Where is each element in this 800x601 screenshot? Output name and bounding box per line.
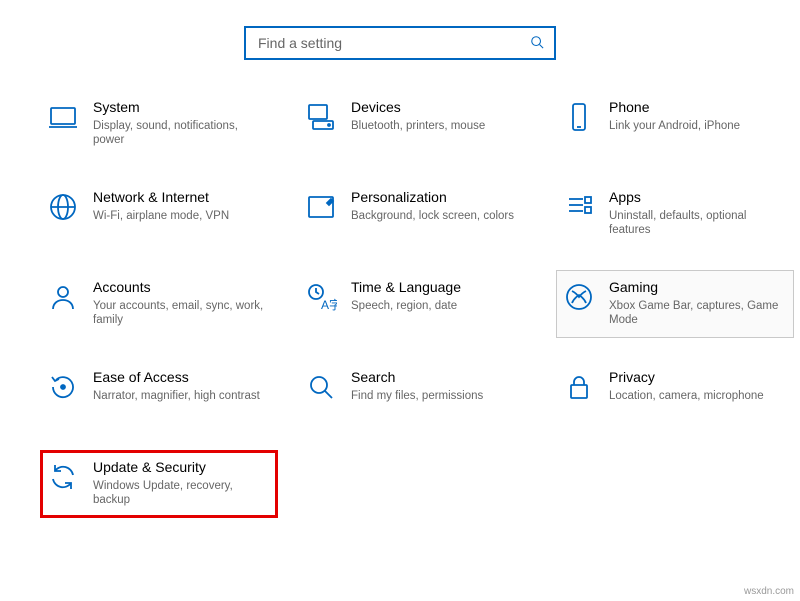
tile-desc: Narrator, magnifier, high contrast bbox=[93, 389, 267, 403]
tile-accounts[interactable]: Accounts Your accounts, email, sync, wor… bbox=[40, 270, 278, 338]
time-language-icon: A字 bbox=[305, 281, 337, 313]
tile-title: Personalization bbox=[351, 189, 525, 207]
personalization-icon bbox=[305, 191, 337, 223]
tile-desc: Your accounts, email, sync, work, family bbox=[93, 299, 267, 328]
tile-title: System bbox=[93, 99, 267, 117]
tile-phone[interactable]: Phone Link your Android, iPhone bbox=[556, 90, 794, 158]
tile-title: Gaming bbox=[609, 279, 783, 297]
tile-title: Devices bbox=[351, 99, 525, 117]
settings-grid: System Display, sound, notifications, po… bbox=[0, 90, 800, 518]
tile-desc: Wi-Fi, airplane mode, VPN bbox=[93, 209, 267, 223]
ease-of-access-icon bbox=[47, 371, 79, 403]
tile-title: Search bbox=[351, 369, 525, 387]
tile-time-language[interactable]: A字 Time & Language Speech, region, date bbox=[298, 270, 536, 338]
tile-title: Update & Security bbox=[93, 459, 267, 477]
tile-privacy[interactable]: Privacy Location, camera, microphone bbox=[556, 360, 794, 428]
tile-title: Accounts bbox=[93, 279, 267, 297]
tile-title: Ease of Access bbox=[93, 369, 267, 387]
tile-title: Apps bbox=[609, 189, 783, 207]
tile-network[interactable]: Network & Internet Wi-Fi, airplane mode,… bbox=[40, 180, 278, 248]
search-icon bbox=[530, 35, 544, 52]
tile-ease-of-access[interactable]: Ease of Access Narrator, magnifier, high… bbox=[40, 360, 278, 428]
tile-apps[interactable]: Apps Uninstall, defaults, optional featu… bbox=[556, 180, 794, 248]
person-icon bbox=[47, 281, 79, 313]
tile-desc: Link your Android, iPhone bbox=[609, 119, 783, 133]
apps-icon bbox=[563, 191, 595, 223]
tile-desc: Find my files, permissions bbox=[351, 389, 525, 403]
xbox-icon bbox=[563, 281, 595, 313]
tile-desc: Uninstall, defaults, optional features bbox=[609, 209, 783, 238]
globe-icon bbox=[47, 191, 79, 223]
phone-icon bbox=[563, 101, 595, 133]
tile-desc: Xbox Game Bar, captures, Game Mode bbox=[609, 299, 783, 328]
tile-desc: Location, camera, microphone bbox=[609, 389, 783, 403]
magnifier-icon bbox=[305, 371, 337, 403]
tile-personalization[interactable]: Personalization Background, lock screen,… bbox=[298, 180, 536, 248]
devices-icon bbox=[305, 101, 337, 133]
tile-search[interactable]: Search Find my files, permissions bbox=[298, 360, 536, 428]
tile-gaming[interactable]: Gaming Xbox Game Bar, captures, Game Mod… bbox=[556, 270, 794, 338]
tile-title: Network & Internet bbox=[93, 189, 267, 207]
tile-desc: Bluetooth, printers, mouse bbox=[351, 119, 525, 133]
tile-desc: Speech, region, date bbox=[351, 299, 525, 313]
tile-title: Phone bbox=[609, 99, 783, 117]
tile-desc: Windows Update, recovery, backup bbox=[93, 479, 267, 508]
tile-update-security[interactable]: Update & Security Windows Update, recove… bbox=[40, 450, 278, 518]
tile-title: Privacy bbox=[609, 369, 783, 387]
update-icon bbox=[47, 461, 79, 493]
tile-desc: Background, lock screen, colors bbox=[351, 209, 525, 223]
tile-desc: Display, sound, notifications, power bbox=[93, 119, 267, 148]
lock-icon bbox=[563, 371, 595, 403]
tile-system[interactable]: System Display, sound, notifications, po… bbox=[40, 90, 278, 158]
svg-text:A字: A字 bbox=[321, 297, 337, 312]
tile-devices[interactable]: Devices Bluetooth, printers, mouse bbox=[298, 90, 536, 158]
search-input[interactable] bbox=[256, 34, 522, 52]
system-icon bbox=[47, 101, 79, 133]
search-box[interactable] bbox=[244, 26, 556, 60]
tile-title: Time & Language bbox=[351, 279, 525, 297]
watermark: wsxdn.com bbox=[744, 586, 794, 597]
